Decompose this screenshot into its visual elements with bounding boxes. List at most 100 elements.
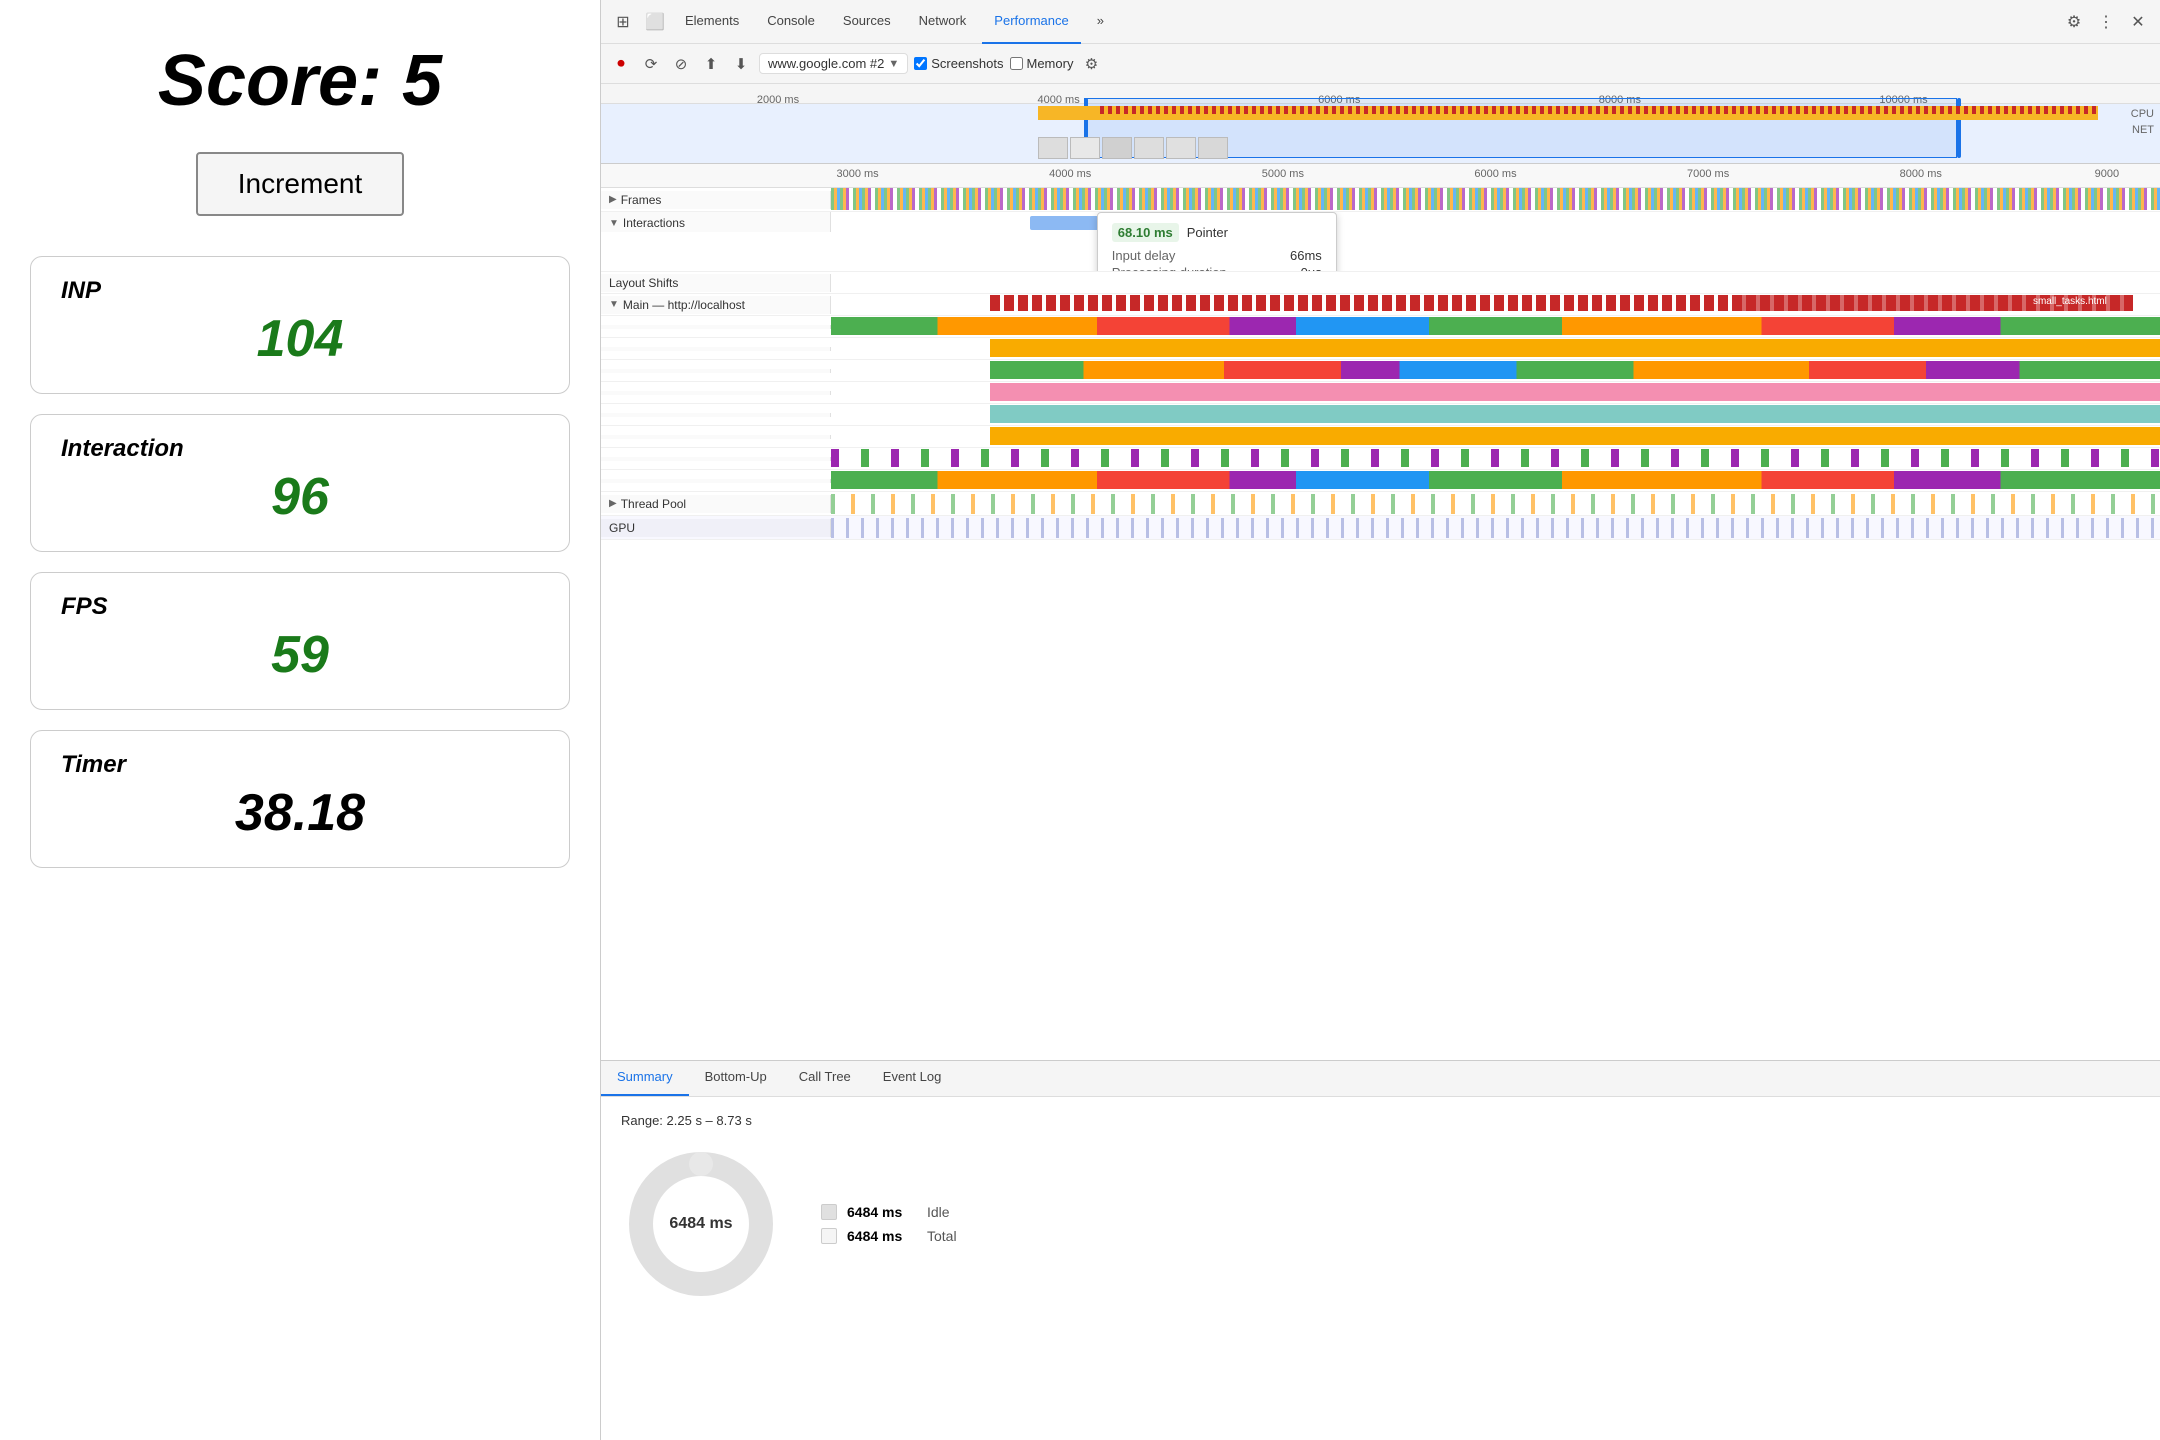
url-bar: www.google.com #2 ▼	[759, 53, 908, 74]
thread-pool-bar	[831, 494, 2160, 514]
tab-console[interactable]: Console	[755, 0, 827, 44]
memory-label: Memory	[1027, 56, 1074, 71]
main-content: small_tasks.html	[831, 294, 2160, 315]
screenshot-thumb	[1070, 137, 1100, 159]
frames-expand-icon[interactable]: ▶	[609, 194, 617, 205]
main-teal-row	[601, 404, 2160, 426]
summary-chart-area: 6484 ms 6484 ms Idle 6484 ms Total	[621, 1144, 2140, 1304]
main-sparse-row-1	[601, 448, 2160, 470]
devtools-toolbar: ⊞ ⬜ Elements Console Sources Network Per…	[601, 0, 2160, 44]
tooltip-input-delay-row: Input delay 66ms	[1112, 248, 1322, 263]
screenshots-label: Screenshots	[931, 56, 1003, 71]
tab-performance[interactable]: Performance	[982, 0, 1080, 44]
gpu-row: GPU	[601, 516, 2160, 540]
upload-icon[interactable]: ⬆	[699, 52, 723, 76]
inp-value: 104	[61, 309, 539, 369]
main-label: ▼ Main — http://localhost	[601, 296, 831, 314]
tick-7000: 7000 ms	[1687, 168, 1729, 180]
inspect-icon[interactable]: ⊞	[609, 8, 637, 36]
donut-label: 6484 ms	[669, 1215, 732, 1233]
thread-pool-label: ▶ Thread Pool	[601, 495, 831, 513]
cpu-red-dots	[1100, 106, 2098, 114]
tab-sources[interactable]: Sources	[831, 0, 903, 44]
thread-pool-content	[831, 492, 2160, 515]
url-dropdown-icon[interactable]: ▼	[888, 58, 899, 70]
gpu-label: GPU	[601, 519, 831, 537]
main-row: ▼ Main — http://localhost small_tasks.ht…	[601, 294, 2160, 316]
frames-label: ▶ Frames	[601, 191, 831, 209]
tab-event-log[interactable]: Event Log	[867, 1061, 958, 1096]
tab-elements[interactable]: Elements	[673, 0, 751, 44]
timeline-overview[interactable]: 2000 ms 4000 ms 6000 ms 8000 ms 10000 ms…	[601, 84, 2160, 164]
tooltip-ms: 68.10 ms	[1112, 223, 1179, 242]
tick-5000: 5000 ms	[1262, 168, 1304, 180]
tab-summary[interactable]: Summary	[601, 1061, 689, 1096]
fps-value: 59	[61, 625, 539, 685]
reload-icon[interactable]: ⟳	[639, 52, 663, 76]
main-sparse-content-1	[831, 448, 2160, 469]
increment-button[interactable]: Increment	[196, 152, 405, 216]
timeline-ticks-row: 3000 ms 4000 ms 5000 ms 6000 ms 7000 ms …	[601, 164, 2160, 188]
layout-shifts-bar	[831, 272, 2160, 292]
score-title: Score: 5	[158, 40, 442, 122]
legend-total-color	[821, 1228, 837, 1244]
inp-card: INP 104	[30, 256, 570, 394]
tab-network[interactable]: Network	[907, 0, 979, 44]
fps-card: FPS 59	[30, 572, 570, 710]
download-icon[interactable]: ⬇	[729, 52, 753, 76]
url-text: www.google.com #2	[768, 56, 884, 71]
legend-idle-ms: 6484 ms	[847, 1204, 917, 1220]
settings-icon[interactable]: ⚙	[2060, 8, 2088, 36]
screenshots-strip	[1038, 137, 2160, 159]
close-icon[interactable]: ✕	[2124, 8, 2152, 36]
main-colored-content-1	[831, 316, 2160, 337]
screenshot-thumb	[1134, 137, 1164, 159]
main-pink-content	[831, 382, 2160, 403]
yellow-wide-bar-2	[990, 427, 2160, 445]
more-options-icon[interactable]: ⋮	[2092, 8, 2120, 36]
gpu-bar	[831, 518, 2160, 538]
capture-settings-icon[interactable]: ⚙	[1079, 52, 1103, 76]
thread-pool-expand-icon[interactable]: ▶	[609, 498, 617, 509]
fps-label: FPS	[61, 593, 539, 621]
main-colored-content-3	[831, 470, 2160, 491]
tab-call-tree[interactable]: Call Tree	[783, 1061, 867, 1096]
interactions-content: 68.10 ms Pointer Input delay 66ms Proces…	[831, 212, 2160, 271]
main-yellow-content-2	[831, 426, 2160, 447]
legend-idle-row: 6484 ms Idle	[821, 1204, 957, 1220]
interactions-label: ▼ Interactions	[601, 212, 831, 232]
memory-checkbox[interactable]	[1010, 57, 1023, 70]
ticks-content: 3000 ms 4000 ms 5000 ms 6000 ms 7000 ms …	[831, 164, 2160, 188]
record-icon[interactable]: ⏺	[609, 52, 633, 76]
main-yellow-content	[831, 338, 2160, 359]
tab-bottom-up[interactable]: Bottom-Up	[689, 1061, 783, 1096]
tick-3000: 3000 ms	[836, 168, 878, 180]
pink-wide-bar	[990, 383, 2160, 401]
donut-chart: 6484 ms	[621, 1144, 781, 1304]
screenshots-checkbox-label: Screenshots	[914, 56, 1003, 71]
tooltip-type: Pointer	[1187, 225, 1228, 240]
interactions-expand-icon[interactable]: ▼	[609, 218, 619, 229]
tooltip-processing-val: 0μs	[1301, 265, 1322, 271]
colored-bar-2	[990, 361, 2160, 379]
screenshots-checkbox[interactable]	[914, 57, 927, 70]
screenshot-thumb	[1166, 137, 1196, 159]
timeline-main[interactable]: 3000 ms 4000 ms 5000 ms 6000 ms 7000 ms …	[601, 164, 2160, 1060]
layout-shifts-label: Layout Shifts	[601, 274, 831, 292]
tooltip-input-delay-key: Input delay	[1112, 248, 1176, 263]
device-icon[interactable]: ⬜	[641, 8, 669, 36]
performance-toolbar: ⏺ ⟳ ⊘ ⬆ ⬇ www.google.com #2 ▼ Screenshot…	[601, 44, 2160, 84]
bottom-panel: Summary Bottom-Up Call Tree Event Log Ra…	[601, 1060, 2160, 1440]
main-sparse-label-1	[601, 457, 831, 461]
frames-bar	[831, 188, 2160, 210]
main-teal-label	[601, 413, 831, 417]
tick-9000: 9000	[2095, 168, 2119, 180]
tab-more[interactable]: »	[1085, 0, 1116, 44]
colored-bar-1	[831, 317, 2160, 335]
colored-bar-3	[831, 471, 2160, 489]
net-label: NET	[2132, 124, 2154, 136]
devtools-panel: ⊞ ⬜ Elements Console Sources Network Per…	[600, 0, 2160, 1440]
main-colored-content-2	[831, 360, 2160, 381]
clear-icon[interactable]: ⊘	[669, 52, 693, 76]
main-expand-icon[interactable]: ▼	[609, 299, 619, 310]
